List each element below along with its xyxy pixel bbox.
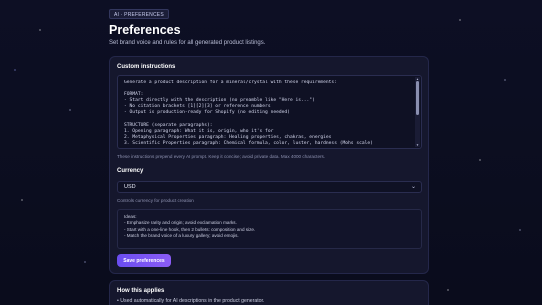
chevron-down-icon: ⌄: [410, 184, 416, 190]
custom-instructions-label: Custom instructions: [117, 64, 176, 70]
how-this-applies-item: • Used automatically for AI descriptions…: [117, 298, 265, 304]
textarea-scrollbar[interactable]: ▲ ▼: [415, 77, 420, 147]
currency-label: Currency: [117, 168, 144, 174]
how-this-applies-card: How this applies • Used automatically fo…: [109, 280, 429, 305]
ideas-box: Ideas: - Emphasize rarity and origin; av…: [117, 209, 422, 249]
currency-select[interactable]: USD ⌄: [117, 181, 422, 193]
ideas-item: - Match the brand voice of a luxury gall…: [124, 233, 239, 239]
page-subtitle: Set brand voice and rules for all genera…: [109, 40, 266, 46]
custom-instructions-text[interactable]: Generate a product description for a min…: [124, 80, 413, 147]
scrollbar-thumb[interactable]: [416, 81, 419, 115]
scroll-down-arrow-icon[interactable]: ▼: [415, 143, 420, 147]
currency-selected-value: USD: [124, 184, 136, 190]
preferences-card: Custom instructions Generate a product d…: [109, 56, 429, 274]
section-badge: AI · PREFERENCES: [109, 9, 169, 19]
save-preferences-button[interactable]: Save preferences: [117, 254, 171, 267]
custom-instructions-textarea[interactable]: Generate a product description for a min…: [117, 75, 422, 149]
how-this-applies-label: How this applies: [117, 288, 165, 294]
currency-hint: Controls currency for product creation: [117, 198, 194, 203]
page-title: Preferences: [109, 23, 181, 37]
instructions-hint: These instructions prepend every AI prom…: [117, 154, 326, 159]
